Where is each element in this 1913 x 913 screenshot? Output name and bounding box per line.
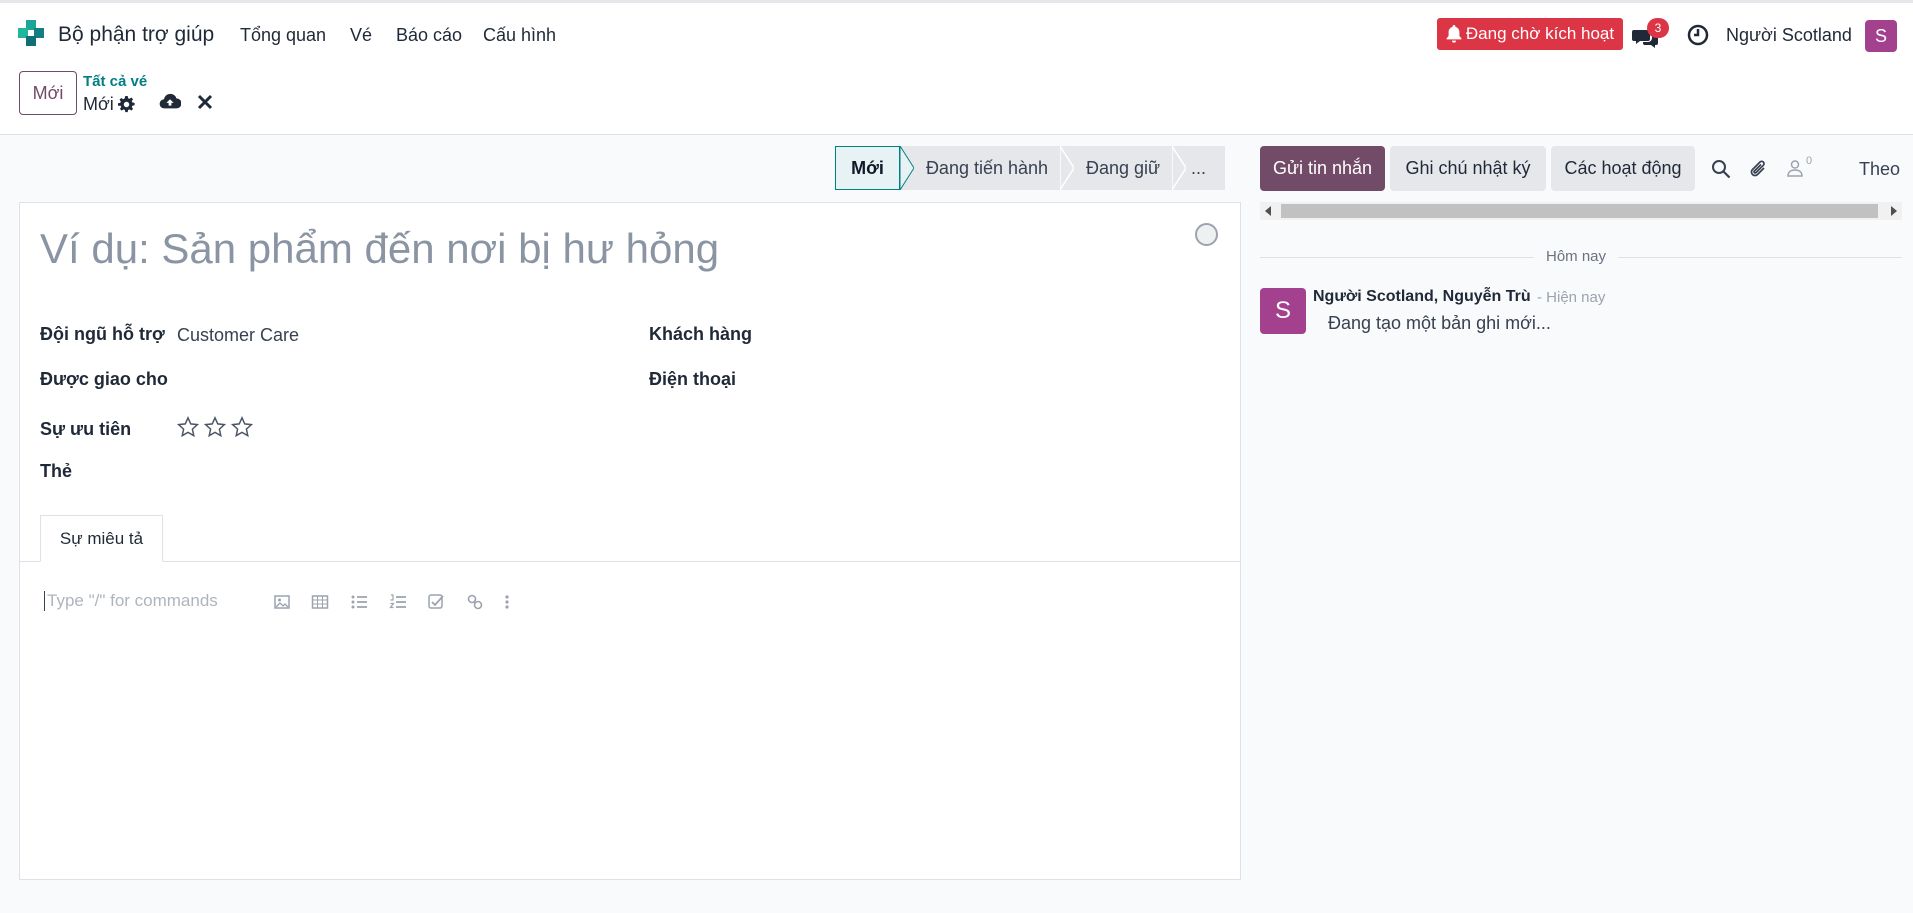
assigned-to-label: Được giao cho	[40, 369, 168, 389]
user-avatar[interactable]: S	[1865, 20, 1897, 52]
stage-arrow	[1060, 146, 1074, 190]
table-icon[interactable]	[311, 593, 329, 611]
phone-label: Điện thoại	[649, 369, 737, 389]
stage-on-hold[interactable]: Đang giữ	[1060, 146, 1186, 190]
priority-label: Sự ưu tiên	[40, 419, 132, 439]
log-note-button[interactable]: Ghi chú nhật ký	[1390, 146, 1546, 191]
activities-button[interactable]: Các hoạt động	[1551, 146, 1695, 191]
breadcrumb-current-label: Mới	[83, 94, 114, 114]
gear-icon[interactable]	[117, 96, 135, 113]
stage-in-progress[interactable]: Đang tiến hành	[900, 146, 1074, 190]
messages-button[interactable]: 3	[1632, 18, 1672, 51]
close-icon[interactable]	[197, 94, 213, 110]
numbered-list-icon[interactable]	[389, 593, 407, 611]
clock-icon[interactable]	[1687, 24, 1709, 46]
customer-field[interactable]	[785, 319, 1225, 349]
tab-description[interactable]: Sự miêu tả	[40, 515, 163, 562]
image-icon[interactable]	[273, 593, 291, 611]
stage-arrow	[900, 146, 914, 190]
breadcrumb-all-tickets[interactable]: Tất cả vé	[83, 73, 147, 90]
app-name[interactable]: Bộ phận trợ giúp	[58, 23, 214, 47]
menu-configuration[interactable]: Cấu hình	[483, 25, 556, 46]
more-vertical-icon[interactable]	[498, 593, 516, 611]
followers-count: 0	[1806, 155, 1813, 167]
stage-arrow	[1172, 146, 1186, 190]
paperclip-icon[interactable]	[1749, 159, 1769, 179]
new-button[interactable]: Mới	[19, 71, 77, 115]
stage-more-label: ...	[1190, 157, 1206, 178]
stage-statusbar: Mới Đang tiến hành Đang giữ ...	[835, 146, 1225, 190]
priority-stars	[177, 416, 253, 438]
assigned-to-field[interactable]	[177, 365, 617, 395]
menu-reports[interactable]: Báo cáo	[396, 25, 462, 46]
message-author[interactable]: Người Scotland, Nguyễn Trù	[1313, 288, 1531, 306]
phone-field[interactable]	[785, 365, 1225, 395]
tags-label: Thẻ	[40, 461, 73, 481]
top-navbar: Bộ phận trợ giúp Tổng quan Vé Báo cáo Cấ…	[0, 0, 1913, 64]
star-icon[interactable]	[204, 416, 226, 438]
tags-field[interactable]	[177, 455, 617, 485]
star-icon[interactable]	[231, 416, 253, 438]
menu-overview[interactable]: Tổng quan	[240, 25, 326, 46]
scroll-left-icon[interactable]	[1265, 206, 1271, 216]
chatter-panel: Gửi tin nhắn Ghi chú nhật ký Các hoạt độ…	[1241, 135, 1913, 913]
checklist-icon[interactable]	[427, 593, 445, 611]
control-panel: Mới Tất cả vé Mới	[0, 64, 1913, 135]
followers-icon[interactable]	[1786, 159, 1804, 177]
stage-new[interactable]: Mới	[835, 146, 914, 190]
stage-on-hold-label: Đang giữ	[1085, 157, 1161, 178]
breadcrumb-current: Mới	[83, 94, 135, 115]
menu-tickets[interactable]: Vé	[350, 25, 372, 46]
follow-button[interactable]: Theo	[1859, 159, 1900, 180]
message-timestamp: - Hiện nay	[1537, 289, 1606, 306]
pending-activation-button[interactable]: Đang chờ kích hoạt	[1437, 18, 1623, 50]
message-body: Đang tạo một bản ghi mới...	[1328, 313, 1551, 333]
message-avatar[interactable]: S	[1260, 288, 1306, 334]
tab-divider	[20, 561, 1240, 562]
helpdesk-logo-icon[interactable]	[18, 20, 44, 46]
date-separator-label: Hôm nay	[1534, 248, 1619, 265]
pending-activation-label: Đang chờ kích hoạt	[1465, 24, 1615, 43]
team-field[interactable]: Customer Care	[177, 325, 299, 346]
send-message-button[interactable]: Gửi tin nhắn	[1260, 146, 1385, 191]
ticket-title-input[interactable]: Ví dụ: Sản phẩm đến nơi bị hư hỏng	[40, 225, 719, 273]
customer-label: Khách hàng	[649, 324, 753, 344]
form-sheet: Ví dụ: Sản phẩm đến nơi bị hư hỏng Đội n…	[19, 202, 1241, 880]
bell-icon	[1446, 25, 1462, 43]
link-icon[interactable]	[466, 593, 484, 611]
user-name[interactable]: Người Scotland	[1726, 25, 1852, 46]
team-label: Đội ngũ hỗ trợ	[40, 324, 165, 344]
search-icon[interactable]	[1711, 159, 1731, 179]
cloud-upload-icon[interactable]	[159, 91, 181, 113]
stage-new-label: Mới	[851, 157, 884, 178]
star-icon[interactable]	[177, 416, 199, 438]
horizontal-scrollbar[interactable]	[1260, 202, 1902, 220]
kanban-state-toggle[interactable]	[1195, 223, 1218, 246]
message-count-badge: 3	[1647, 18, 1669, 38]
description-editor[interactable]: Type "/" for commands	[44, 591, 218, 611]
scrollbar-thumb[interactable]	[1281, 204, 1878, 218]
stage-in-progress-label: Đang tiến hành	[925, 157, 1049, 178]
bullet-list-icon[interactable]	[350, 593, 368, 611]
scroll-right-icon[interactable]	[1891, 206, 1897, 216]
